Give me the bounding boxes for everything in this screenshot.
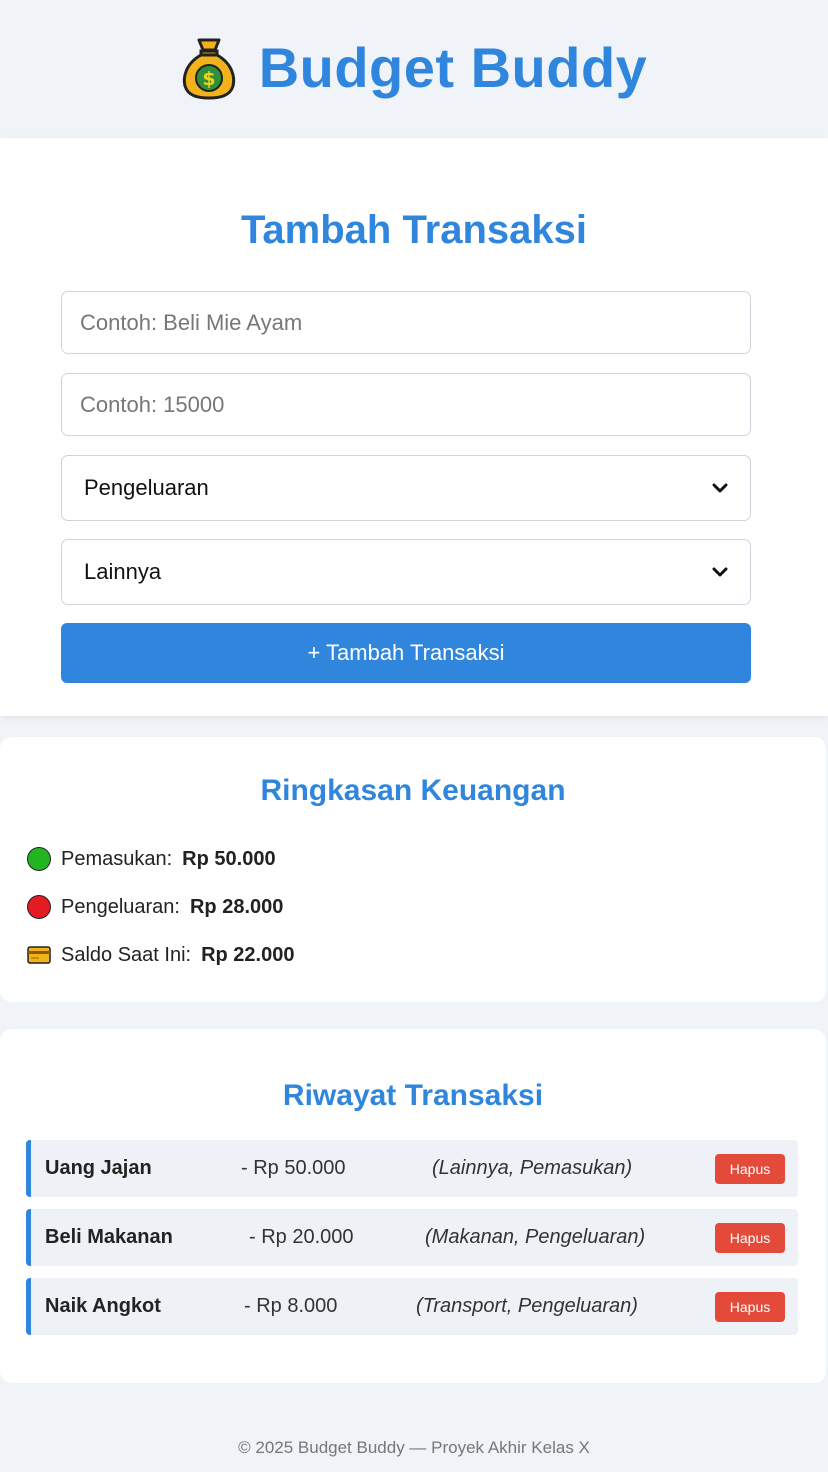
list-item: Uang Jajan - Rp 50.000 (Lainnya, Pemasuk… xyxy=(26,1140,798,1197)
history-title: Riwayat Transaksi xyxy=(282,1079,544,1112)
green-circle-icon xyxy=(27,847,51,871)
expense-value: Rp 28.000 xyxy=(189,895,284,918)
delete-button[interactable]: Hapus xyxy=(715,1222,785,1253)
add-transaction-button[interactable]: + Tambah Transaksi xyxy=(61,623,751,683)
transaction-amount: - Rp 8.000 xyxy=(244,1295,338,1317)
form-title: Tambah Transaksi xyxy=(240,208,588,252)
delete-button[interactable]: Hapus xyxy=(715,1291,785,1322)
amount-placeholder: Contoh: 15000 xyxy=(80,391,225,417)
transaction-amount: - Rp 20.000 xyxy=(249,1226,354,1248)
type-select-value: Pengeluaran xyxy=(84,475,209,500)
footer-text: © 2025 Budget Buddy — Proyek Akhir Kelas… xyxy=(238,1438,590,1457)
history-card: Riwayat Transaksi Uang Jajan - Rp 50.000… xyxy=(0,1029,826,1383)
category-select-value: Lainnya xyxy=(84,559,162,584)
balance-label: Saldo Saat Ini: xyxy=(61,943,192,966)
transaction-list: Uang Jajan - Rp 50.000 (Lainnya, Pemasuk… xyxy=(26,1140,798,1347)
balance-value: Rp 22.000 xyxy=(201,943,295,966)
category-select[interactable]: Lainnya xyxy=(61,539,751,605)
list-item: Beli Makanan - Rp 20.000 (Makanan, Penge… xyxy=(26,1209,798,1266)
summary-list: Pemasukan: Rp 50.000 Pengeluaran: Rp 28.… xyxy=(27,835,294,979)
income-row: Pemasukan: Rp 50.000 xyxy=(27,835,294,883)
chevron-down-icon xyxy=(712,483,728,493)
list-item: Naik Angkot - Rp 8.000 (Transport, Penge… xyxy=(26,1278,798,1335)
summary-title: Ringkasan Keuangan xyxy=(260,774,566,807)
credit-card-icon xyxy=(27,946,51,964)
add-transaction-card: Tambah Transaksi Contoh: Beli Mie Ayam C… xyxy=(0,138,828,716)
description-placeholder: Contoh: Beli Mie Ayam xyxy=(80,309,303,335)
income-label: Pemasukan: xyxy=(61,847,173,870)
delete-button[interactable]: Hapus xyxy=(715,1153,785,1184)
transaction-meta: (Lainnya, Pemasukan) xyxy=(432,1157,633,1179)
transaction-amount: - Rp 50.000 xyxy=(241,1157,346,1179)
app-title: Budget Buddy xyxy=(258,36,648,99)
transaction-name: Naik Angkot xyxy=(45,1295,161,1317)
income-value: Rp 50.000 xyxy=(182,847,276,870)
red-circle-icon xyxy=(27,895,51,919)
balance-row: Saldo Saat Ini: Rp 22.000 xyxy=(27,931,294,979)
transaction-name: Uang Jajan xyxy=(45,1157,152,1179)
transaction-name: Beli Makanan xyxy=(45,1226,173,1248)
expense-row: Pengeluaran: Rp 28.000 xyxy=(27,883,294,931)
app-header: $ Budget Buddy xyxy=(0,0,828,135)
summary-card: Ringkasan Keuangan Pemasukan: Rp 50.000 … xyxy=(0,737,826,1002)
amount-input[interactable]: Contoh: 15000 xyxy=(61,373,751,436)
transaction-meta: (Makanan, Pengeluaran) xyxy=(425,1226,646,1248)
transaction-form: Contoh: Beli Mie Ayam Contoh: 15000 Peng… xyxy=(61,291,751,683)
description-input[interactable]: Contoh: Beli Mie Ayam xyxy=(61,291,751,354)
svg-text:$: $ xyxy=(202,68,215,90)
type-select[interactable]: Pengeluaran xyxy=(61,455,751,521)
chevron-down-icon xyxy=(712,567,728,577)
transaction-meta: (Transport, Pengeluaran) xyxy=(416,1295,638,1317)
money-bag-icon: $ xyxy=(182,38,235,100)
expense-label: Pengeluaran: xyxy=(61,895,180,918)
